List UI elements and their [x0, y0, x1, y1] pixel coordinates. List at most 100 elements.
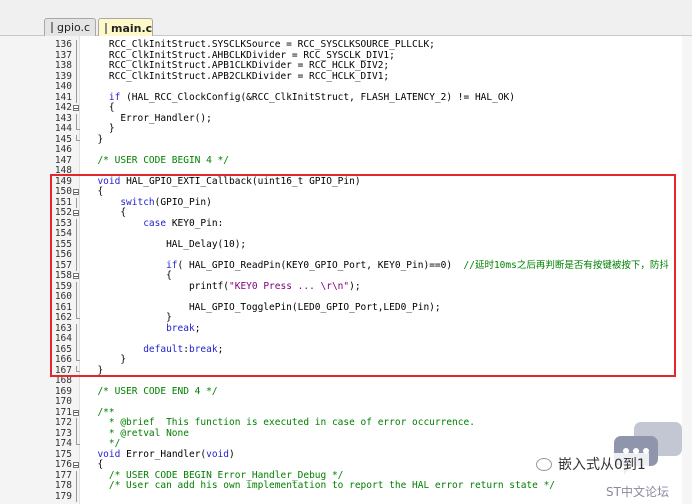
code-text: {: [86, 207, 127, 218]
code-line[interactable]: 144 }: [0, 123, 692, 135]
code-line[interactable]: 154: [0, 228, 692, 240]
code-text: }: [86, 133, 104, 145]
code-line[interactable]: 138 RCC_ClkInitStruct.APB1CLKDivider = R…: [0, 60, 692, 72]
code-text: printf("KEY0 Press ... \r\n");: [86, 280, 361, 292]
code-line[interactable]: 169 /* USER CODE END 4 */: [0, 385, 692, 398]
code-line[interactable]: 142 {: [0, 102, 692, 114]
code-line[interactable]: 136 RCC_ClkInitStruct.SYSCLKSource = RCC…: [0, 39, 692, 51]
line-number: 146: [54, 144, 72, 155]
code-line[interactable]: 163 break;: [0, 322, 692, 335]
fold-guide: [73, 323, 81, 335]
code-text: }: [86, 312, 172, 323]
fold-guide: [73, 50, 81, 62]
fold-guide: [73, 292, 81, 303]
code-text: if (HAL_RCC_ClockConfig(&RCC_ClkInitStru…: [108, 91, 515, 103]
line-number: 162: [54, 312, 72, 323]
fold-guide: [73, 177, 81, 188]
fold-guide: [73, 197, 81, 209]
tab-main-c[interactable]: main.c: [98, 18, 153, 37]
code-text: }: [86, 123, 115, 134]
forum-name: ST中文论坛: [606, 485, 669, 499]
fold-guide: [73, 439, 81, 450]
fold-toggle-icon[interactable]: [73, 103, 81, 114]
code-line[interactable]: 145 }: [0, 133, 692, 146]
fold-guide: [73, 450, 81, 461]
fold-guide: [73, 145, 81, 156]
fold-guide: [73, 71, 81, 83]
code-text: /* User can add his own implementation t…: [108, 480, 556, 491]
line-number: 156: [54, 249, 72, 260]
line-number: 136: [54, 39, 72, 50]
fold-guide: [73, 250, 81, 261]
fold-guide: [73, 218, 81, 230]
file-icon: [51, 22, 53, 33]
fold-toggle-icon[interactable]: [73, 408, 81, 419]
fold-guide: [73, 134, 81, 146]
code-line[interactable]: 178 /* User can add his own implementati…: [0, 480, 692, 492]
code-text: void HAL_GPIO_EXTI_Callback(uint16_t GPI…: [97, 175, 361, 187]
line-number: 160: [54, 291, 72, 302]
code-text: }: [86, 364, 104, 376]
code-line[interactable]: 162 }: [0, 312, 692, 324]
code-line[interactable]: 160: [0, 291, 692, 303]
line-number: 158: [54, 270, 72, 281]
line-number: 164: [54, 333, 72, 344]
fold-guide: [73, 82, 81, 93]
code-line[interactable]: 153 case KEY0_Pin:: [0, 217, 692, 230]
fold-guide: [73, 365, 81, 377]
fold-toggle-icon[interactable]: [73, 460, 81, 471]
code-line[interactable]: 150 {: [0, 186, 692, 198]
code-line[interactable]: 179: [0, 491, 692, 503]
line-number: 148: [54, 165, 72, 176]
code-line[interactable]: 149 void HAL_GPIO_EXTI_Callback(uint16_t…: [0, 175, 692, 188]
account-watermark: 嵌入式从0到1: [533, 453, 649, 475]
code-line[interactable]: 140: [0, 81, 692, 93]
line-number: 154: [54, 228, 72, 239]
fold-toggle-icon[interactable]: [73, 271, 81, 282]
code-text: RCC_ClkInitStruct.APB1CLKDivider = RCC_H…: [86, 60, 390, 71]
tab-label: gpio.c: [57, 21, 91, 34]
code-text: if( HAL_GPIO_ReadPin(KEY0_GPIO_Port, KEY…: [166, 259, 669, 271]
code-text: /* USER CODE END 4 */: [97, 385, 218, 397]
fold-guide: [73, 113, 81, 125]
fold-guide: [73, 281, 81, 293]
line-number: 174: [54, 438, 72, 449]
fold-guide: [73, 376, 81, 387]
fold-guide: [73, 156, 81, 167]
code-line[interactable]: 139 RCC_ClkInitStruct.APB2CLKDivider = R…: [0, 71, 692, 83]
line-number: 150: [54, 186, 72, 197]
line-number: 140: [54, 81, 72, 92]
line-number: 170: [54, 396, 72, 407]
fold-toggle-icon[interactable]: [73, 187, 81, 198]
code-text: void Error_Handler(void): [97, 448, 235, 460]
code-text: break;: [166, 322, 201, 334]
tab-gpio-c[interactable]: gpio.c: [44, 18, 96, 36]
code-text: RCC_ClkInitStruct.SYSCLKSource = RCC_SYS…: [86, 39, 435, 50]
fold-guide: [73, 92, 81, 104]
code-text: {: [86, 270, 172, 281]
fold-guide: [73, 61, 81, 72]
code-line[interactable]: 155 HAL_Delay(10);: [0, 239, 692, 251]
code-line[interactable]: 147 /* USER CODE BEGIN 4 */: [0, 155, 692, 167]
line-number: 166: [54, 354, 72, 365]
wechat-icon: [536, 457, 552, 471]
code-text: {: [86, 186, 104, 197]
code-line[interactable]: 164: [0, 333, 692, 345]
fold-guide: [73, 355, 81, 366]
fold-toggle-icon[interactable]: [73, 208, 81, 219]
line-number: 172: [54, 417, 72, 428]
code-text: {: [86, 459, 104, 470]
fold-guide: [73, 481, 81, 492]
code-line[interactable]: 159 printf("KEY0 Press ... \r\n");: [0, 280, 692, 293]
file-tab-bar: gpio.c main.c: [0, 0, 692, 37]
fold-guide: [73, 470, 81, 482]
code-editor[interactable]: 136 RCC_ClkInitStruct.SYSCLKSource = RCC…: [0, 36, 692, 504]
fold-guide: [73, 229, 81, 240]
code-text: case KEY0_Pin:: [143, 217, 224, 229]
line-number: 144: [54, 123, 72, 134]
code-line[interactable]: 167 }: [0, 364, 692, 377]
fold-guide: [73, 239, 81, 251]
code-line[interactable]: 152 {: [0, 207, 692, 219]
code-line[interactable]: 166 }: [0, 354, 692, 366]
code-text: }: [86, 354, 127, 365]
